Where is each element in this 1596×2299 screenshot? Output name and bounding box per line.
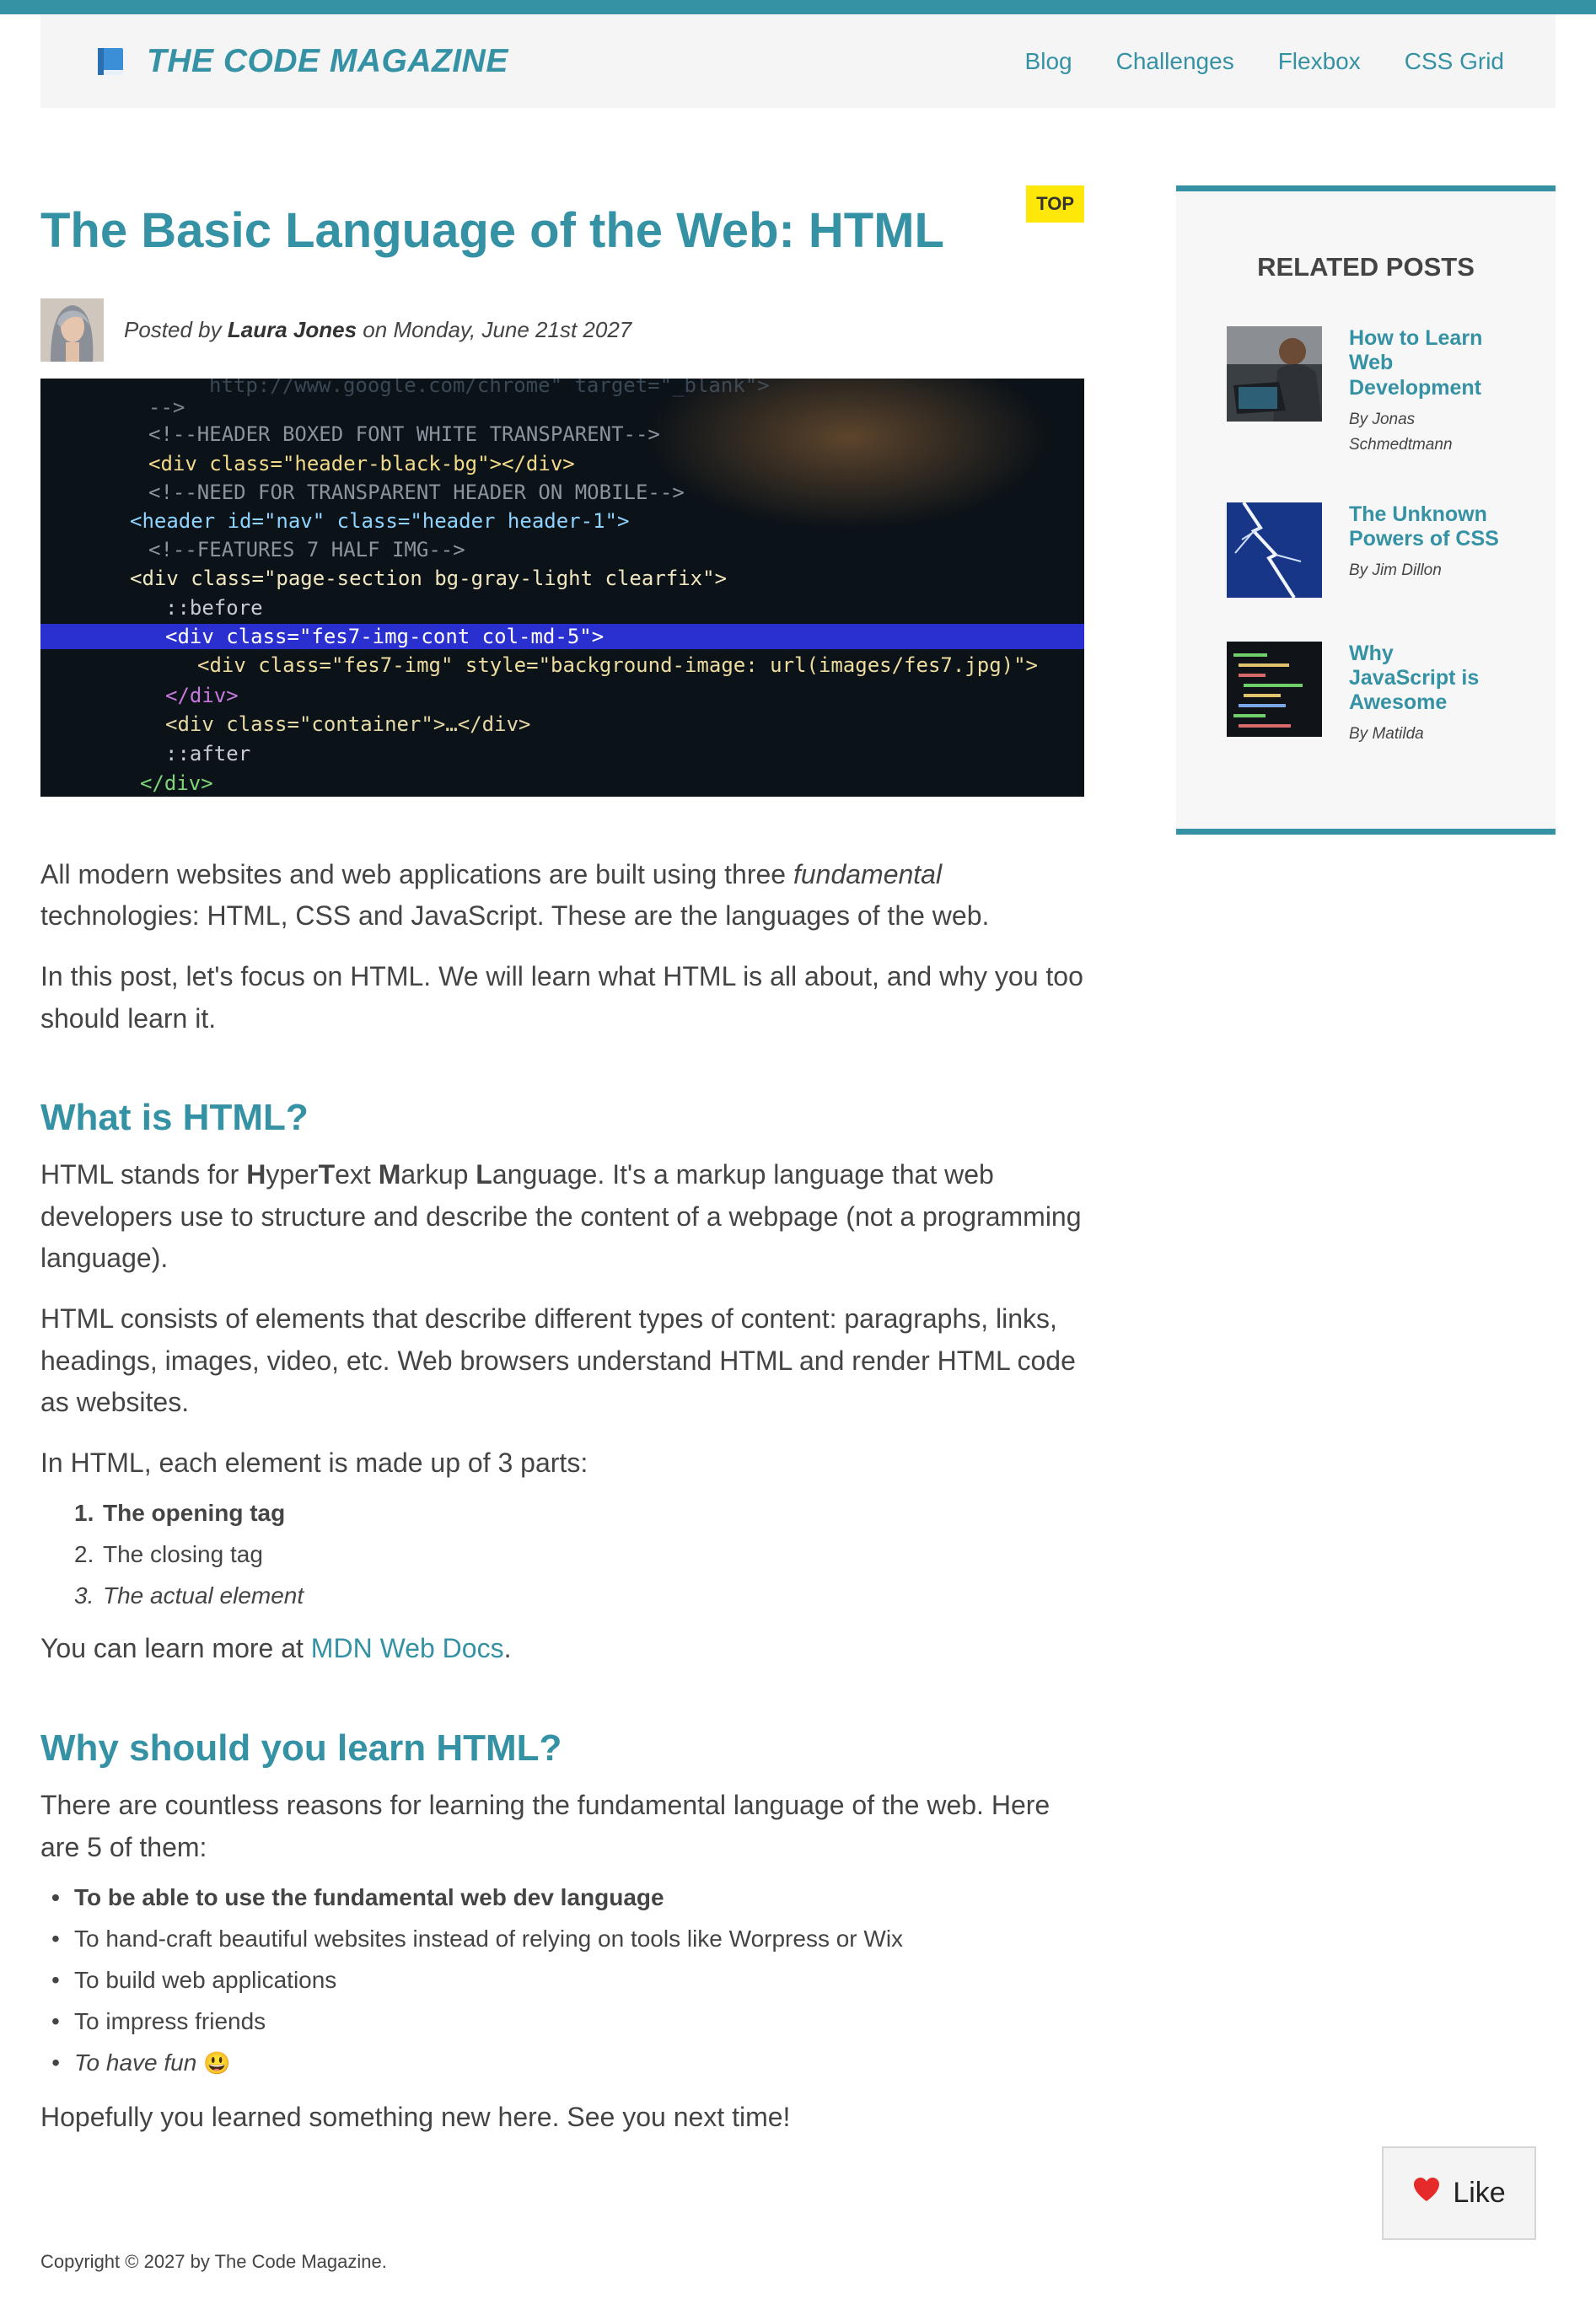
related-post-author: By Matilda: [1349, 725, 1424, 744]
related-post-text: The Unknown Powers of CSS By Jim Dillon: [1349, 502, 1505, 598]
code-line: ::before: [165, 595, 263, 620]
meta-on: on: [363, 316, 388, 342]
list-item: To hand-craft beautiful websites instead…: [51, 1918, 1084, 1959]
nav-link-challenges[interactable]: Challenges: [1116, 48, 1234, 75]
lightning-photo: [1227, 502, 1322, 598]
page-container: THE CODE MAGAZINE Blog Challenges Flexbo…: [0, 14, 1596, 2139]
code-line: <div class="page-section bg-gray-light c…: [130, 566, 728, 590]
code-line: <!--HEADER BOXED FONT WHITE TRANSPARENT-…: [148, 422, 660, 446]
intro-paragraph-2: In this post, let's focus on HTML. We wi…: [40, 960, 1083, 1034]
list-item: 1. The opening tag: [74, 1500, 286, 1527]
code-screen-photo: [1227, 641, 1322, 737]
code-line: -->: [148, 395, 185, 419]
author-avatar: [40, 298, 104, 362]
code-line: <div class="fes7-img-cont col-md-5">: [165, 624, 605, 648]
heart-icon: [1412, 2177, 1441, 2210]
related-posts: Related posts How to Learn We: [1176, 185, 1556, 835]
list-item: 2. The closing tag: [74, 1541, 263, 1568]
top-tag: TOP: [1026, 185, 1084, 223]
related-post[interactable]: How to Learn Web Development By Jonas Sc…: [1227, 326, 1505, 459]
nav-link-blog[interactable]: Blog: [1025, 48, 1072, 75]
main-nav: Blog Challenges Flexbox CSS Grid: [1025, 48, 1504, 75]
closing-paragraph: Hopefully you learned something new here…: [40, 2102, 791, 2133]
post-meta: Posted by Laura Jones on Monday, June 21…: [40, 298, 1084, 362]
learn-more-paragraph: You can learn more at MDN Web Docs.: [40, 1633, 512, 1664]
what-paragraph-3: In HTML, each element is made up of 3 pa…: [40, 1447, 588, 1478]
what-paragraph-1: HTML stands for HyperText Markup Languag…: [40, 1159, 1082, 1274]
related-post-title[interactable]: How to Learn Web Development: [1349, 326, 1505, 400]
hero-code-image: http://www.google.com/chrome" target="_b…: [40, 378, 1084, 797]
list-item: To build web applications: [51, 1959, 1084, 2001]
grin-emoji-icon: 😃: [203, 2050, 231, 2076]
code-line: <!--FEATURES 7 HALF IMG-->: [148, 537, 465, 561]
intro-paragraph-1: All modern websites and web applications…: [40, 858, 990, 932]
heading-what-is-html: What is HTML?: [40, 1097, 309, 1139]
list-item: To be able to use the fundamental web de…: [51, 1877, 1084, 1918]
related-posts-title: Related posts: [1257, 252, 1475, 282]
top-accent-bar: [0, 0, 1596, 14]
reasons-list: To be able to use the fundamental web de…: [40, 1877, 1084, 2083]
meta-prefix: Posted by: [124, 316, 222, 342]
post-date: Monday, June 21st 2027: [393, 316, 632, 342]
article-title: The Basic Language of the Web: HTML: [40, 203, 944, 258]
like-label: Like: [1453, 2177, 1506, 2209]
list-item: To impress friends: [51, 2001, 1084, 2042]
list-item: 3. The actual element: [74, 1582, 304, 1609]
code-line: ::after: [165, 741, 251, 765]
why-paragraph-1: There are countless reasons for learning…: [40, 1789, 1051, 1862]
brand-name: THE CODE MAGAZINE: [147, 42, 508, 79]
related-post-text: Why JavaScript is Awesome By Matilda: [1349, 642, 1505, 748]
code-line: </div>: [140, 771, 213, 795]
book-icon: [96, 46, 125, 77]
site-header: THE CODE MAGAZINE Blog Challenges Flexbo…: [40, 14, 1556, 108]
related-post-text: How to Learn Web Development By Jonas Sc…: [1349, 326, 1505, 459]
code-line: </div>: [165, 683, 239, 707]
list-item: To have fun 😃: [51, 2042, 1084, 2083]
related-post-author: By Jim Dillon: [1349, 561, 1442, 580]
code-line: <div class="fes7-img" style="background-…: [197, 653, 1038, 677]
code-line: <header id="nav" class="header header-1"…: [130, 508, 630, 533]
code-line: <!--NEED FOR TRANSPARENT HEADER ON MOBIL…: [148, 480, 685, 504]
heading-why-learn-html: Why should you learn HTML?: [40, 1727, 562, 1769]
related-post-title[interactable]: Why JavaScript is Awesome: [1349, 642, 1505, 716]
laptop-photo: [1227, 326, 1322, 422]
code-line: <div class="container">…</div>: [165, 712, 531, 736]
related-post[interactable]: The Unknown Powers of CSS By Jim Dillon: [1227, 502, 1505, 598]
mdn-link[interactable]: MDN Web Docs: [311, 1633, 504, 1663]
footer-copyright: Copyright © 2027 by The Code Magazine.: [40, 2251, 387, 2272]
article-header: The Basic Language of the Web: HTML TOP: [40, 185, 1084, 258]
what-paragraph-2: HTML consists of elements that describe …: [40, 1303, 1076, 1418]
nav-link-css-grid[interactable]: CSS Grid: [1405, 48, 1504, 75]
main-layout: The Basic Language of the Web: HTML TOP …: [40, 185, 1556, 2139]
related-post[interactable]: Why JavaScript is Awesome By Matilda: [1227, 641, 1505, 748]
article: The Basic Language of the Web: HTML TOP …: [40, 185, 1084, 2139]
post-meta-text: Posted by Laura Jones on Monday, June 21…: [124, 317, 631, 343]
code-line: <div class="header-black-bg"></div>: [148, 451, 575, 475]
brand[interactable]: THE CODE MAGAZINE: [96, 43, 508, 80]
sidebar: Related posts How to Learn We: [1176, 185, 1556, 2139]
parts-list: 1. The opening tag 2. The closing tag 3. Th…: [40, 1492, 1084, 1616]
like-button[interactable]: Like: [1382, 2146, 1536, 2240]
nav-link-flexbox[interactable]: Flexbox: [1278, 48, 1361, 75]
code-line: http://www.google.com/chrome" target="_b…: [209, 378, 770, 397]
author-name: Laura Jones: [227, 316, 357, 342]
related-post-author: By Jonas Schmedtmann: [1349, 410, 1453, 454]
related-post-title[interactable]: The Unknown Powers of CSS: [1349, 502, 1505, 552]
